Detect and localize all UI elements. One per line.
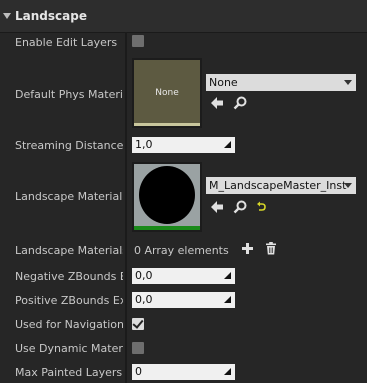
phys-material-thumbnail[interactable]: None [132,58,202,128]
streaming-distance-label: Streaming Distance M [15,139,123,152]
used-for-navigation-checkbox[interactable] [132,318,144,330]
arrow-left-icon[interactable] [210,200,224,214]
details-panel: Landscape Enable Edit Layers Default Phy… [0,0,367,383]
chevron-down-icon [344,80,352,85]
thumbnail-none-text: None [155,88,179,98]
landscape-material-thumbnail[interactable] [132,162,202,232]
search-icon[interactable] [233,96,247,110]
plus-icon[interactable] [241,242,254,255]
streaming-distance-value: 1,0 [135,138,153,151]
phys-material-value: None [209,76,238,89]
landscape-material-value: M_LandscapeMaster_Inst [209,179,347,192]
positive-zbounds-field[interactable]: 0,0 [132,292,235,308]
arrow-left-icon[interactable] [210,96,224,110]
enable-edit-layers-checkbox[interactable] [132,35,144,47]
use-dynamic-material-label: Use Dynamic Material [15,342,123,355]
search-icon[interactable] [233,200,247,214]
use-dynamic-material-checkbox[interactable] [132,342,144,354]
enable-edit-layers-label: Enable Edit Layers [15,36,118,49]
landscape-material-label: Landscape Material [15,190,123,203]
negative-zbounds-field[interactable]: 0,0 [132,268,235,284]
negative-zbounds-label: Negative ZBounds Ext [15,270,123,283]
array-elements-count: 0 Array elements [134,244,229,257]
max-painted-layers-value: 0 [135,365,142,378]
chevron-down-icon [344,183,352,188]
category-title: Landscape [15,9,87,23]
landscape-category-header[interactable]: Landscape [0,0,367,33]
collapse-arrow-icon[interactable] [3,13,11,19]
used-for-navigation-label: Used for Navigation [15,318,123,331]
max-painted-layers-field[interactable]: 0 [132,364,235,380]
phys-material-combo[interactable]: None [206,74,356,91]
trash-icon[interactable] [265,242,277,255]
resize-grip-icon [224,272,231,279]
material-sphere-preview [139,166,195,224]
landscape-material-combo[interactable]: M_LandscapeMaster_Inst [206,177,356,194]
resize-grip-icon [224,296,231,303]
default-phys-material-label: Default Phys Material [15,88,123,101]
max-painted-layers-label: Max Painted Layers P [15,366,123,379]
streaming-distance-field[interactable]: 1,0 [132,137,235,153]
resize-grip-icon [224,368,231,375]
reset-arrow-icon[interactable] [256,201,267,212]
negative-zbounds-value: 0,0 [135,269,153,282]
positive-zbounds-value: 0,0 [135,293,153,306]
column-splitter[interactable] [125,32,127,383]
landscape-materials-override-label: Landscape Materials O [15,244,123,257]
resize-grip-icon [224,141,231,148]
positive-zbounds-label: Positive ZBounds Exte [15,294,123,307]
